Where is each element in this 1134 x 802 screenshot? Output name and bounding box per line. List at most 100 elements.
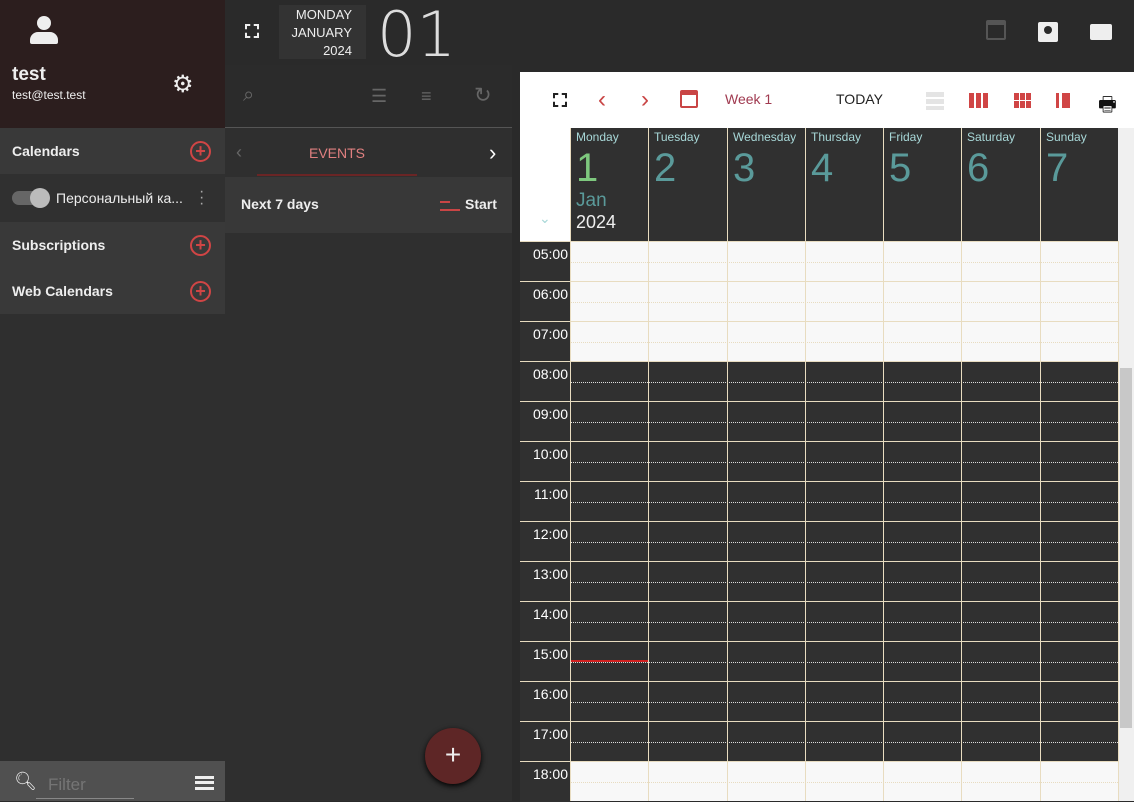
add-subscription-icon[interactable]: + <box>190 234 211 256</box>
hour-row[interactable]: 16:00 <box>520 681 1118 722</box>
add-event-button[interactable]: + <box>425 728 481 784</box>
search-icon[interactable]: ⌕ <box>243 84 254 107</box>
day-column-divider <box>648 241 649 801</box>
filter-icon[interactable]: ☰ <box>371 86 387 107</box>
day-name: Monday <box>576 130 619 144</box>
day-number: 6 <box>967 146 990 190</box>
hour-label: 15:00 <box>520 642 570 682</box>
hour-label: 17:00 <box>520 722 570 762</box>
subscriptions-section: Subscriptions + <box>0 222 225 268</box>
refresh-icon[interactable]: ↻ <box>474 83 492 108</box>
user-email: test@test.test <box>12 88 86 102</box>
user-avatar-icon[interactable] <box>30 16 58 46</box>
date-box: MONDAY JANUARY 2024 <box>279 5 366 59</box>
hour-row[interactable]: 08:00 <box>520 361 1118 402</box>
day-column-divider <box>883 241 884 801</box>
calendar-app-icon[interactable] <box>986 20 1006 40</box>
search-icon: 🔍︎ <box>14 771 37 791</box>
fullscreen-icon[interactable] <box>245 24 259 38</box>
hour-label: 13:00 <box>520 562 570 602</box>
mail-app-icon[interactable] <box>1090 24 1112 40</box>
scrollbar[interactable] <box>1118 128 1134 801</box>
hour-row[interactable]: 05:00 <box>520 241 1118 282</box>
sort-order-icon[interactable] <box>440 197 460 211</box>
day-view-icon[interactable] <box>926 92 944 110</box>
hour-row[interactable]: 17:00 <box>520 721 1118 762</box>
agenda-view-icon[interactable] <box>1056 93 1073 108</box>
range-bar: Next 7 days Start <box>225 177 512 233</box>
hour-row[interactable]: 09:00 <box>520 401 1118 442</box>
day-number: 5 <box>889 146 912 190</box>
day-header-wednesday[interactable]: Wednesday 3 <box>727 128 805 241</box>
calendar-item[interactable]: Персональный ка... · · · <box>0 174 225 222</box>
hour-label: 16:00 <box>520 682 570 722</box>
week-view-icon[interactable] <box>969 93 988 108</box>
hour-label: 12:00 <box>520 522 570 562</box>
day-number: 7 <box>1046 146 1069 190</box>
hour-label: 05:00 <box>520 242 570 282</box>
hour-row[interactable]: 11:00 <box>520 481 1118 522</box>
sort-label[interactable]: Start <box>465 196 497 212</box>
current-time-indicator <box>571 660 648 662</box>
hour-label: 10:00 <box>520 442 570 482</box>
web-calendars-section: Web Calendars + <box>0 268 225 314</box>
hour-row[interactable]: 18:00 <box>520 761 1118 802</box>
week-label[interactable]: Week 1 <box>725 91 772 107</box>
day-column-divider <box>805 241 806 801</box>
day-name: Tuesday <box>654 130 700 144</box>
next-week-icon[interactable]: › <box>641 86 649 114</box>
header-month: JANUARY <box>291 25 352 40</box>
hour-label: 07:00 <box>520 322 570 362</box>
month-view-icon[interactable] <box>1014 93 1031 108</box>
settings-gear-icon[interactable]: ⚙ <box>172 70 194 99</box>
header-day: 01 <box>377 0 456 71</box>
day-name: Sunday <box>1046 130 1087 144</box>
user-name: test <box>12 64 46 85</box>
day-header-sunday[interactable]: Sunday 7 <box>1040 128 1118 241</box>
hour-label: 11:00 <box>520 482 570 522</box>
tab-next-icon[interactable]: › <box>489 140 496 166</box>
day-column-divider <box>727 241 728 801</box>
calendars-label: Calendars <box>12 143 80 159</box>
calendar-toggle[interactable] <box>12 188 50 208</box>
day-header-saturday[interactable]: Saturday 6 <box>961 128 1040 241</box>
add-web-calendar-icon[interactable]: + <box>190 280 211 302</box>
day-header-thursday[interactable]: Thursday 4 <box>805 128 883 241</box>
tab-events[interactable]: EVENTS <box>257 129 417 176</box>
contacts-app-icon[interactable] <box>1038 22 1058 42</box>
fullscreen-icon[interactable] <box>553 93 567 107</box>
hour-label: 06:00 <box>520 282 570 322</box>
list-menu-icon[interactable] <box>195 776 214 790</box>
hour-row[interactable]: 07:00 <box>520 321 1118 362</box>
print-icon[interactable]: 🖶 <box>1098 90 1117 124</box>
profile-panel: test test@test.test ⚙ <box>0 0 225 128</box>
hour-label: 14:00 <box>520 602 570 642</box>
hour-row[interactable]: 06:00 <box>520 281 1118 322</box>
day-header-friday[interactable]: Friday 5 <box>883 128 961 241</box>
hour-row[interactable]: 12:00 <box>520 521 1118 562</box>
tab-prev-icon[interactable]: ‹ <box>236 142 242 163</box>
day-header-monday[interactable]: Monday 1 Jan 2024 <box>570 128 648 241</box>
today-button[interactable]: TODAY <box>836 91 883 107</box>
add-calendar-icon[interactable]: + <box>190 140 211 162</box>
hour-label: 09:00 <box>520 402 570 442</box>
range-label[interactable]: Next 7 days <box>241 196 319 212</box>
day-column-divider <box>1118 241 1119 801</box>
filter-input[interactable] <box>36 771 134 799</box>
filter-bar: 🔍︎ <box>0 761 225 801</box>
hour-row[interactable]: 14:00 <box>520 601 1118 642</box>
prev-week-icon[interactable]: ‹ <box>598 86 606 114</box>
sidebar: test test@test.test ⚙ Calendars + Персона… <box>0 0 225 801</box>
subscriptions-label: Subscriptions <box>12 237 106 253</box>
day-number: 1 <box>576 146 599 190</box>
day-header-tuesday[interactable]: Tuesday 2 <box>648 128 727 241</box>
hour-row[interactable]: 13:00 <box>520 561 1118 602</box>
collapse-chevron-icon[interactable]: ⌄ <box>539 210 551 227</box>
day-column-divider <box>1040 241 1041 801</box>
date-picker-icon[interactable] <box>680 90 698 108</box>
day-column-divider <box>570 241 571 801</box>
hour-row[interactable]: 10:00 <box>520 441 1118 482</box>
more-vert-icon[interactable]: · · · <box>199 184 204 212</box>
sort-icon[interactable]: ≡ <box>421 86 432 107</box>
hour-label: 18:00 <box>520 762 570 802</box>
